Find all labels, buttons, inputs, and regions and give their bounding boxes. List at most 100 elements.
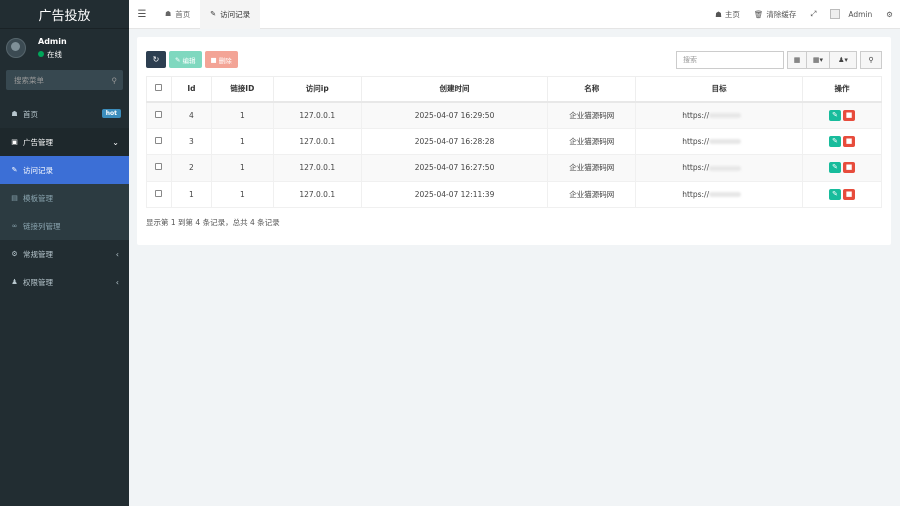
cell-created: 2025-04-07 16:29:50 (360, 101, 549, 129)
advanced-search-button[interactable]: ⚲ (860, 51, 882, 69)
sidebar-item-permission[interactable]: ♟ 权限管理 ‹ (0, 268, 129, 296)
cell-id: 4 (170, 101, 212, 129)
cell-target: https:// (635, 154, 804, 182)
redacted-url (709, 113, 742, 118)
pencil-icon: ✎ (11, 166, 18, 174)
ad-icon: ▣ (11, 138, 18, 146)
cell-name: 企业猫源码网 (547, 180, 637, 208)
cell-target-text: https:// (682, 110, 710, 120)
sidebar-item-general[interactable]: ⚙ 常规管理 ‹ (0, 240, 129, 268)
home-icon: ☗ (715, 9, 722, 19)
export-dropdown-button[interactable]: ♟▾ (829, 51, 857, 69)
user-name: Admin (38, 36, 67, 46)
cell-link-id: 1 (210, 154, 274, 182)
chevron-left-icon: ‹ (115, 249, 119, 259)
delete-button-label: 删除 (218, 56, 232, 65)
sidebar-menu: ☗ 首页 hot ▣ 广告管理 ⌄ ✎ 访问记录 ▤ 模板管理 ∞ 链接列管理 … (0, 100, 129, 296)
chevron-down-icon: ⌄ (112, 137, 119, 147)
column-header[interactable]: 目标 (635, 76, 804, 103)
clear-cache-button[interactable]: 🗑 清除缓存 (747, 9, 804, 20)
column-header[interactable]: Id (170, 76, 212, 103)
column-header[interactable]: 名称 (547, 76, 637, 103)
column-header[interactable]: 创建时间 (360, 76, 549, 103)
visit-log-table: Id 链接ID 访问ip 创建时间 名称 目标 操作 4 1 127.0.0.1… (146, 76, 882, 208)
user-panel: Admin 在线 (0, 29, 129, 67)
columns-button[interactable]: ▦▾ (806, 51, 830, 69)
cell-ip: 127.0.0.1 (272, 180, 362, 208)
avatar (830, 9, 841, 19)
cell-name: 企业猫源码网 (547, 154, 637, 182)
home-icon: ☗ (165, 10, 172, 18)
menu-search-input[interactable]: 搜索菜单 ⚲ (6, 70, 123, 90)
content-panel: ↻ ✎ 编辑 ■ 删除 搜索 ▦ ▦▾ ♟▾ ⚲ Id 链接ID 访问ip 创建… (137, 37, 891, 245)
sidebar-item-visit-log[interactable]: ✎ 访问记录 (0, 156, 129, 184)
table-row[interactable]: 2 1 127.0.0.1 2025-04-07 16:27:50 企业猫源码网… (146, 154, 882, 182)
cell-name: 企业猫源码网 (547, 127, 637, 155)
column-header[interactable]: 访问ip (272, 76, 362, 103)
table-search-input[interactable]: 搜索 (676, 51, 784, 69)
cell-id: 3 (170, 127, 212, 155)
cell-ip: 127.0.0.1 (272, 127, 362, 155)
row-edit-button[interactable]: ✎ (829, 109, 842, 121)
cell-target-text: https:// (682, 136, 710, 146)
select-all-checkbox[interactable] (146, 76, 172, 103)
export-button[interactable]: ▦ (787, 51, 807, 69)
settings-gears-icon[interactable]: ⚙ (879, 10, 900, 19)
gears-icon: ⚙ (11, 250, 18, 258)
sidebar-item-label: 广告管理 (23, 137, 53, 147)
fullscreen-icon[interactable]: ⤢ (803, 9, 823, 19)
row-edit-button[interactable]: ✎ (829, 135, 842, 147)
user-status-label: 在线 (47, 49, 62, 59)
column-header[interactable]: 链接ID (210, 76, 274, 103)
user-status: 在线 (38, 49, 67, 60)
sidebar-item-ad-management[interactable]: ▣ 广告管理 ⌄ (0, 128, 129, 156)
row-checkbox[interactable] (155, 110, 163, 118)
edit-button[interactable]: ✎ 编辑 (169, 51, 202, 68)
home-icon: ☗ (11, 110, 18, 118)
sidebar-item-label: 首页 (23, 109, 38, 119)
delete-button[interactable]: ■ 删除 (204, 51, 238, 68)
table-row[interactable]: 1 1 127.0.0.1 2025-04-07 12:11:39 企业猫源码网… (146, 180, 882, 208)
menu-toggle-icon[interactable]: ☰ (129, 9, 155, 20)
cell-ip: 127.0.0.1 (272, 101, 362, 129)
row-checkbox[interactable] (155, 189, 163, 197)
row-edit-button[interactable]: ✎ (829, 188, 842, 200)
cell-link-id: 1 (210, 101, 274, 129)
online-dot-icon (38, 51, 44, 57)
row-delete-button[interactable]: ■ (843, 109, 856, 121)
search-icon: ⚲ (111, 75, 118, 85)
cell-created: 2025-04-07 16:28:28 (360, 127, 549, 155)
row-checkbox[interactable] (155, 136, 163, 144)
table-row[interactable]: 4 1 127.0.0.1 2025-04-07 16:29:50 企业猫源码网… (146, 101, 882, 129)
row-delete-button[interactable]: ■ (843, 162, 856, 174)
checkbox[interactable] (155, 84, 163, 92)
avatar (6, 38, 26, 58)
row-checkbox[interactable] (155, 163, 163, 171)
home-link[interactable]: ☗ 主页 (708, 9, 747, 20)
cell-id: 1 (170, 180, 212, 208)
cell-id: 2 (170, 154, 212, 182)
sidebar: 广告投放 Admin 在线 搜索菜单 ⚲ ☗ 首页 hot ▣ 广告管理 ⌄ ✎… (0, 0, 129, 506)
table-row[interactable]: 3 1 127.0.0.1 2025-04-07 16:28:28 企业猫源码网… (146, 127, 882, 155)
sidebar-item-label: 常规管理 (23, 249, 53, 259)
row-delete-button[interactable]: ■ (843, 135, 856, 147)
menu-search-placeholder: 搜索菜单 (14, 75, 44, 85)
user-export-icon: ♟▾ (838, 56, 848, 64)
columns-icon: ▦▾ (812, 56, 824, 64)
sidebar-item-link-column[interactable]: ∞ 链接列管理 (0, 212, 129, 240)
row-edit-button[interactable]: ✎ (829, 162, 842, 174)
edit-button-label: 编辑 (182, 56, 196, 65)
column-header: 操作 (802, 76, 882, 103)
home-link-label: 主页 (724, 9, 740, 19)
sidebar-item-template[interactable]: ▤ 模板管理 (0, 184, 129, 212)
admin-menu[interactable]: Admin (823, 9, 879, 19)
sidebar-item-label: 模板管理 (23, 193, 53, 203)
sidebar-item-home[interactable]: ☗ 首页 hot (0, 100, 129, 128)
tab-home[interactable]: ☗ 首页 (155, 0, 200, 29)
refresh-button[interactable]: ↻ (146, 51, 166, 68)
brand-title[interactable]: 广告投放 (0, 0, 129, 29)
row-delete-button[interactable]: ■ (843, 188, 856, 200)
cell-link-id: 1 (210, 127, 274, 155)
tab-visit-log[interactable]: ✎ 访问记录 (200, 0, 261, 29)
cell-target-text: https:// (682, 163, 710, 173)
